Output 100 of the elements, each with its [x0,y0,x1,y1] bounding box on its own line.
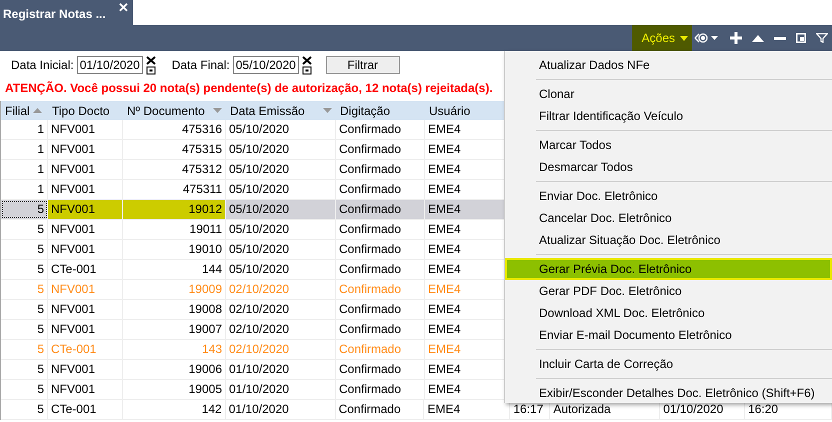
table-cell: 05/10/2020 [226,160,336,179]
table-cell: 05/10/2020 [226,180,336,199]
table-cell: NFV001 [48,220,123,239]
table-cell: Confirmado [336,160,425,179]
table-cell: NFV001 [48,380,123,399]
table-cell: 01/10/2020 [226,380,336,399]
table-cell: 5 [1,300,48,319]
calendar-icon[interactable] [146,66,156,74]
menu-item[interactable]: Gerar Prévia Doc. Eletrônico [505,258,832,280]
end-date-field[interactable]: 05/10/2020 [232,56,299,74]
table-cell: CTe-001 [48,260,123,279]
table-cell: 19012 [123,200,226,219]
table-cell: 05/10/2020 [226,260,336,279]
table-cell: 1 [1,180,48,199]
table-cell: 1 [1,160,48,179]
table-cell: 19008 [123,300,226,319]
table-cell: Confirmado [336,120,425,139]
table-cell: NFV001 [48,280,123,299]
table-cell: 05/10/2020 [226,200,336,219]
column-header[interactable]: Digitação [336,101,425,120]
column-header[interactable]: Tipo Docto [48,101,123,120]
table-cell: 5 [1,220,48,239]
table-cell: 144 [123,260,226,279]
table-cell: NFV001 [48,320,123,339]
table-cell: 02/10/2020 [226,340,336,359]
window-icon[interactable] [796,33,806,43]
eye-dropdown-icon[interactable] [694,31,720,45]
start-date-field[interactable]: 01/10/2020 [76,56,143,74]
table-cell: CTe-001 [48,340,123,359]
table-cell: Confirmado [336,220,425,239]
table-cell: CTe-001 [48,400,123,419]
table-cell: 5 [1,360,48,379]
table-cell: 5 [1,380,48,399]
table-cell: NFV001 [48,140,123,159]
table-cell: 5 [1,260,48,279]
plus-icon[interactable] [730,32,742,44]
table-cell: Confirmado [336,240,425,259]
table-cell: 5 [1,320,48,339]
table-cell: 1 [1,140,48,159]
table-cell: 142 [122,400,226,419]
table-cell: 05/10/2020 [226,120,336,139]
table-cell: Confirmado [336,340,425,359]
table-cell: NFV001 [48,300,123,319]
filter-icon[interactable] [816,33,828,43]
table-cell: 01/10/2020 [226,360,336,379]
table-cell: 5 [1,340,48,359]
table-cell: Confirmado [336,360,425,379]
document-tab[interactable]: Registrar Notas ... ✕ [0,0,133,25]
table-cell: 01/10/2020 [226,400,336,419]
table-cell: 05/10/2020 [226,240,336,259]
table-cell: NFV001 [48,160,123,179]
minus-icon[interactable] [774,36,786,40]
table-cell: NFV001 [48,180,123,199]
caret-icon [680,36,688,40]
table-cell: 02/10/2020 [226,320,336,339]
warning-message: ATENÇÃO. Você possui 20 nota(s) pendente(s) de autorização, 12 nota(s) rejeitada(s). [4,80,493,97]
table-cell: 1 [1,120,48,139]
table-cell: 05/10/2020 [226,140,336,159]
table-cell: 19007 [123,320,226,339]
table-cell: 19011 [123,220,226,239]
table-cell: 5 [1,400,48,419]
table-cell: 5 [1,240,48,259]
actions-button[interactable]: Ações [632,25,692,51]
table-cell: 19006 [123,360,226,379]
column-header[interactable]: Nº Documento [123,101,226,120]
table-cell: 5 [1,280,48,299]
table-cell: 19010 [123,240,226,259]
column-header[interactable]: Filial [1,101,48,120]
table-cell: 02/10/2020 [226,300,336,319]
triangle-up-icon[interactable] [752,34,764,42]
table-cell: Confirmado [336,380,425,399]
tab-title: Registrar Notas ... [3,7,106,21]
table-cell: Confirmado [336,300,425,319]
clear-icon[interactable] [302,56,312,64]
filter-button[interactable]: Filtrar [326,56,400,74]
table-cell: Confirmado [336,200,425,219]
table-cell: 19009 [123,280,226,299]
table-cell: NFV001 [48,240,123,259]
table-cell: Confirmado [336,260,425,279]
table-cell: 475311 [123,180,226,199]
menu-item[interactable]: Atualizar Dados NFe [505,54,832,76]
table-cell: 02/10/2020 [226,280,336,299]
table-cell: 475316 [123,120,226,139]
table-cell: 05/10/2020 [226,220,336,239]
calendar-icon[interactable] [302,66,312,74]
clear-icon[interactable] [146,56,156,64]
table-cell: 143 [123,340,226,359]
column-header[interactable]: Data Emissão [226,101,336,120]
end-date-label: Data Final: [172,58,230,72]
table-cell: Confirmado [336,180,425,199]
table-cell: Confirmado [336,280,425,299]
close-icon[interactable]: ✕ [118,0,129,15]
table-cell: 475312 [123,160,226,179]
table-cell: NFV001 [48,200,123,219]
table-cell: 19005 [123,380,226,399]
menu-item[interactable]: Clonar [505,83,832,105]
table-cell: NFV001 [48,360,123,379]
start-date-label: Data Inicial: [11,58,74,72]
table-cell: Confirmado [336,400,424,419]
table-cell: NFV001 [48,120,123,139]
